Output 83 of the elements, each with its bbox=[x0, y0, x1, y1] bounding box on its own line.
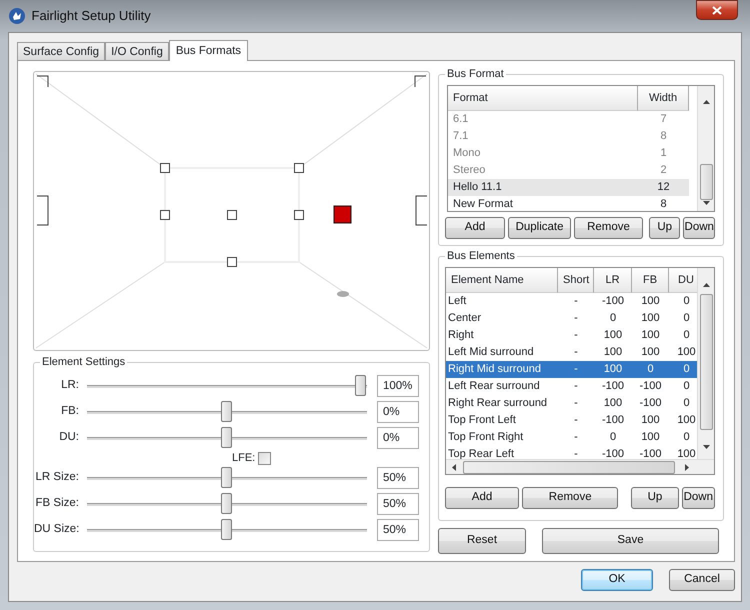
toolbar-button[interactable]: Up bbox=[631, 487, 679, 509]
scroll-up-icon bbox=[702, 100, 710, 104]
dialog-button[interactable]: Cancel bbox=[669, 569, 735, 591]
element-row[interactable]: Right Mid surround - 100 0 0 bbox=[446, 361, 698, 378]
toolbar-button[interactable]: Up bbox=[648, 217, 680, 239]
corner-marker-icon bbox=[414, 76, 426, 88]
lfe-checkbox[interactable] bbox=[258, 452, 271, 464]
column-header[interactable]: Short bbox=[558, 268, 594, 293]
column-header[interactable]: FB bbox=[632, 268, 669, 293]
scroll-thumb[interactable] bbox=[463, 460, 675, 474]
vertical-scrollbar[interactable] bbox=[697, 268, 714, 459]
corner-marker-icon bbox=[36, 76, 48, 88]
slider-label: LR Size: bbox=[34, 470, 79, 486]
slider-label: DU: bbox=[58, 430, 79, 446]
element-row[interactable]: Left Rear surround - -100 -100 0 bbox=[446, 378, 698, 395]
vertical-scrollbar[interactable] bbox=[697, 86, 714, 211]
speaker-marker[interactable] bbox=[294, 210, 304, 220]
column-header[interactable]: Element Name bbox=[446, 268, 558, 293]
toolbar-button[interactable]: Add bbox=[445, 217, 506, 239]
slider[interactable] bbox=[87, 492, 367, 516]
scroll-thumb[interactable] bbox=[700, 294, 713, 430]
app-icon bbox=[8, 7, 26, 25]
speaker-marker[interactable] bbox=[160, 210, 170, 220]
value-field[interactable]: 0% bbox=[377, 401, 419, 423]
value-field[interactable]: 50% bbox=[377, 519, 419, 541]
element-row[interactable]: Top Rear Left - -100 -100 100 bbox=[446, 446, 698, 459]
close-button[interactable] bbox=[696, 0, 738, 20]
toolbar-button[interactable]: Remove bbox=[522, 487, 618, 509]
toolbar-button[interactable]: Add bbox=[445, 487, 520, 509]
window-title: Fairlight Setup Utility bbox=[32, 7, 152, 26]
value-field[interactable]: 50% bbox=[377, 493, 419, 515]
side-marker-icon[interactable] bbox=[416, 196, 428, 226]
scroll-down-icon bbox=[702, 445, 710, 449]
speaker-marker[interactable] bbox=[227, 257, 237, 267]
slider[interactable] bbox=[87, 374, 367, 398]
slider-label: FB Size: bbox=[34, 496, 79, 512]
tab[interactable]: Surface Config bbox=[17, 42, 106, 60]
slider[interactable] bbox=[87, 400, 367, 424]
column-header[interactable]: LR bbox=[594, 268, 632, 293]
element-row[interactable]: Top Front Right - 0 100 0 bbox=[446, 429, 698, 446]
value-field[interactable]: 100% bbox=[377, 375, 419, 397]
column-header[interactable]: Format bbox=[448, 86, 638, 111]
element-row[interactable]: Right Rear surround - 100 -100 0 bbox=[446, 395, 698, 412]
element-row[interactable]: Center - 0 100 0 bbox=[446, 310, 698, 327]
speaker-marker[interactable] bbox=[160, 163, 170, 173]
speaker-marker[interactable] bbox=[227, 210, 237, 220]
close-icon bbox=[712, 6, 722, 14]
slider[interactable] bbox=[87, 466, 367, 490]
side-marker-icon[interactable] bbox=[36, 196, 48, 226]
column-header[interactable]: Width bbox=[638, 86, 689, 111]
scroll-right-icon bbox=[685, 464, 689, 470]
slider-label: LR: bbox=[60, 378, 79, 394]
toolbar-button[interactable]: Down bbox=[683, 217, 715, 239]
horizontal-scrollbar[interactable] bbox=[446, 459, 714, 474]
scroll-up-icon bbox=[702, 283, 710, 288]
tab[interactable]: I/O Config bbox=[105, 42, 169, 60]
toolbar-button[interactable]: Down bbox=[682, 487, 716, 509]
format-row[interactable]: New Format 8 bbox=[448, 196, 689, 213]
group-title: Element Settings bbox=[40, 355, 128, 369]
tab[interactable]: Bus Formats bbox=[168, 40, 248, 61]
format-row[interactable]: Hello 11.1 12 bbox=[448, 179, 689, 196]
slider[interactable] bbox=[87, 426, 367, 450]
scroll-left-icon bbox=[452, 464, 456, 470]
column-header[interactable]: DU bbox=[669, 268, 698, 293]
value-field[interactable]: 0% bbox=[377, 427, 419, 449]
action-button[interactable]: Save bbox=[542, 528, 719, 554]
toolbar-button[interactable]: Remove bbox=[574, 217, 643, 239]
element-row[interactable]: Top Front Left - -100 100 100 bbox=[446, 412, 698, 429]
element-row[interactable]: Left Mid surround - 100 100 100 bbox=[446, 344, 698, 361]
checkbox-label: LFE: bbox=[232, 450, 256, 466]
slider-label: FB: bbox=[60, 404, 79, 420]
element-row[interactable]: Right - 100 100 0 bbox=[446, 327, 698, 344]
slider[interactable] bbox=[87, 518, 367, 542]
selected-speaker-marker[interactable] bbox=[334, 206, 352, 224]
scroll-thumb[interactable] bbox=[700, 164, 712, 200]
slider-label: DU Size: bbox=[34, 522, 79, 538]
value-field[interactable]: 50% bbox=[377, 467, 419, 489]
lfe-marker[interactable] bbox=[337, 291, 349, 297]
dialog-button[interactable]: OK bbox=[581, 569, 653, 591]
speaker-marker[interactable] bbox=[294, 163, 304, 173]
action-button[interactable]: Reset bbox=[438, 528, 526, 554]
element-row[interactable]: Left - -100 100 0 bbox=[446, 293, 698, 310]
toolbar-button[interactable]: Duplicate bbox=[508, 217, 572, 239]
